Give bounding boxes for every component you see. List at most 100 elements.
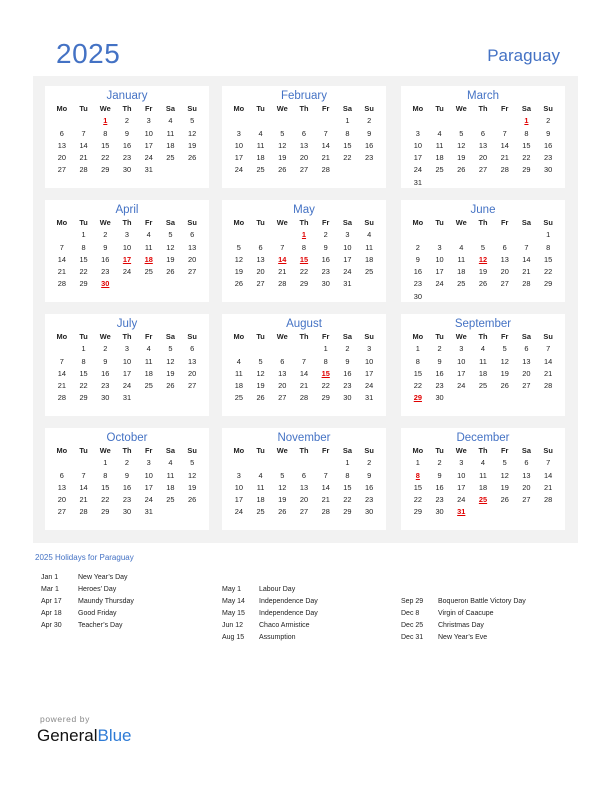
- day: 2: [124, 116, 130, 126]
- day: 23: [413, 279, 422, 289]
- day: 10: [435, 254, 444, 264]
- holiday-name: New Year’s Eve: [438, 634, 488, 641]
- weekday-header: Sa: [165, 104, 175, 113]
- empty-day: [315, 457, 337, 469]
- holiday-date: Dec 31: [401, 634, 424, 641]
- day: 10: [234, 140, 243, 150]
- day: 24: [122, 381, 132, 391]
- day: 29: [79, 279, 88, 289]
- day: 23: [101, 381, 110, 391]
- weekday-header: Mo: [56, 332, 68, 341]
- day-grid: Mo Tu We Th Fr Sa Su 1 2 3 4 5 6 7 8 9 10 11 12 13 14 15 16 17 1…: [407, 445, 559, 519]
- weekday-header: We: [455, 446, 467, 455]
- day: 23: [435, 495, 444, 505]
- day: 30: [321, 279, 330, 289]
- empty-day: [250, 115, 272, 127]
- day: 20: [478, 153, 488, 163]
- day: 31: [122, 393, 132, 403]
- day: 30: [122, 165, 132, 175]
- day: 2: [367, 458, 372, 468]
- day: 26: [278, 507, 287, 517]
- day: 14: [79, 140, 88, 150]
- day: 27: [188, 267, 197, 277]
- month-march: March Mo Tu We Th Fr Sa Su 1 2 3 4 5 6 7 8 9 10 11 12 13 14 15…: [401, 86, 565, 188]
- day: 28: [278, 279, 287, 289]
- month-title: June: [470, 204, 496, 216]
- day: 2: [546, 116, 551, 126]
- day: 9: [345, 356, 350, 366]
- day: 15: [522, 140, 531, 150]
- day: 25: [166, 495, 175, 505]
- day: 29: [413, 507, 422, 517]
- day: 12: [278, 482, 287, 492]
- empty-day: [228, 343, 250, 355]
- day: 11: [479, 470, 487, 480]
- day: 11: [144, 356, 153, 366]
- weekday-header: Tu: [79, 218, 88, 227]
- empty-day: [407, 115, 429, 127]
- day: 26: [457, 165, 466, 175]
- empty-day: [228, 115, 250, 127]
- month-title: October: [106, 432, 148, 444]
- weekday-header: We: [455, 332, 467, 341]
- day: 12: [500, 470, 509, 480]
- weekday-header: Th: [122, 446, 132, 455]
- day: 15: [413, 482, 422, 492]
- day: 10: [234, 482, 243, 492]
- empty-day: [51, 457, 73, 469]
- weekday-header: Sa: [342, 332, 352, 341]
- day-grid: Mo Tu We Th Fr Sa Su 1 2 3 4 5 6 7 8 9 10 11 12 13 14 15 16 17 1…: [51, 103, 203, 177]
- day: 11: [457, 254, 466, 264]
- day: 30: [413, 291, 422, 301]
- day: 18: [166, 140, 175, 150]
- day: 23: [101, 267, 110, 277]
- day: 9: [323, 242, 328, 252]
- day: 12: [188, 128, 197, 138]
- day: 23: [321, 267, 330, 277]
- day: 13: [500, 254, 509, 264]
- holiday-item: May 15 Independence Day: [222, 608, 318, 620]
- day: 11: [235, 368, 243, 378]
- holiday-date: Dec 8: [401, 610, 420, 617]
- day: 16: [343, 368, 352, 378]
- weekday-header: Fr: [322, 104, 330, 113]
- day: 2: [437, 458, 442, 468]
- weekday-header: Su: [543, 446, 553, 455]
- day: 25: [478, 381, 488, 391]
- day: 2: [103, 344, 108, 354]
- weekday-header: Sa: [342, 446, 352, 455]
- holiday-day: 12: [478, 254, 488, 264]
- holiday-name: Independence Day: [259, 610, 318, 617]
- holiday-item: Apr 30 Teacher’s Day: [41, 620, 134, 632]
- day: 2: [323, 230, 328, 240]
- day: 26: [278, 165, 287, 175]
- day: 18: [435, 153, 444, 163]
- day: 3: [236, 128, 241, 138]
- weekday-header: Sa: [165, 218, 175, 227]
- month-june: June Mo Tu We Th Fr Sa Su 1 2 3 4 5 6 7 8 9 10 11 12 13 14 15 1…: [401, 200, 565, 302]
- day: 11: [479, 356, 487, 366]
- day: 14: [522, 254, 531, 264]
- holiday-item: Apr 18 Good Friday: [41, 608, 134, 620]
- empty-day: [250, 229, 272, 241]
- month-september: September Mo Tu We Th Fr Sa Su 1 2 3 4 5 6 7 8 9 10 11 12 13…: [401, 314, 565, 416]
- day: 8: [345, 128, 350, 138]
- month-january: January Mo Tu We Th Fr Sa Su 1 2 3 4 5 6 7 8 9 10 11 12 13 14…: [45, 86, 209, 188]
- day: 4: [168, 116, 173, 126]
- weekday-header: Th: [122, 218, 132, 227]
- day: 7: [502, 128, 507, 138]
- holiday-day: 29: [413, 393, 422, 403]
- holiday-item: Dec 31 New Year’s Eve: [401, 632, 526, 644]
- weekday-header: We: [276, 332, 288, 341]
- day: 30: [544, 165, 553, 175]
- day: 16: [101, 368, 110, 378]
- empty-day: [271, 457, 293, 469]
- month-july: July Mo Tu We Th Fr Sa Su 1 2 3 4 5 6 7 8 9 10 11 12 13 14 15 1…: [45, 314, 209, 416]
- day: 7: [546, 344, 551, 354]
- day: 22: [101, 153, 110, 163]
- holiday-item: May 14 Independence Day: [222, 596, 318, 608]
- day: 27: [57, 165, 66, 175]
- weekday-header: Mo: [56, 104, 68, 113]
- day: 31: [365, 393, 374, 403]
- day: 3: [459, 344, 464, 354]
